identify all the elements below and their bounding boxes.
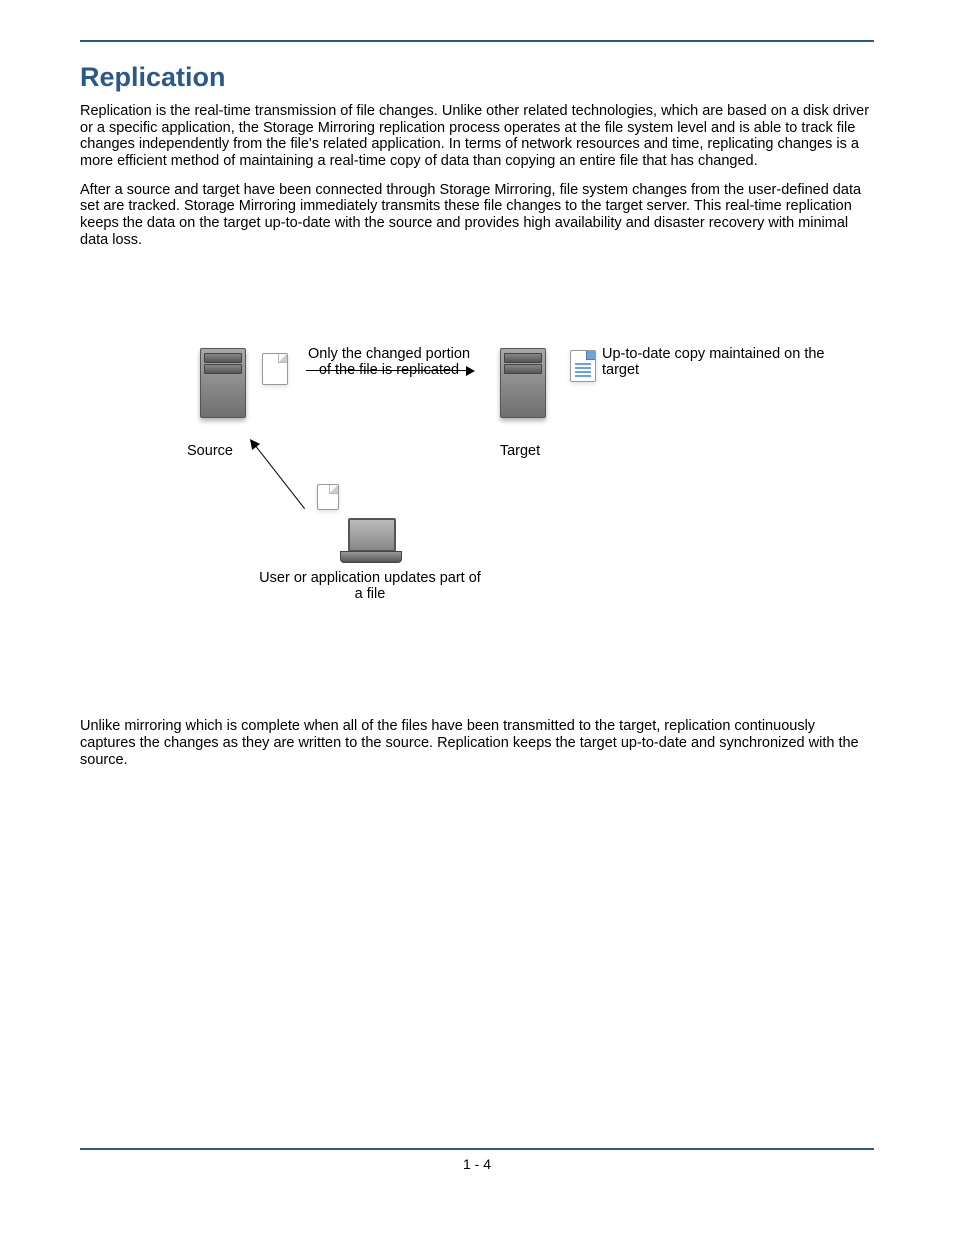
laptop-icon	[340, 518, 400, 563]
file-small-icon	[317, 484, 339, 510]
arrow-head-icon	[466, 366, 475, 376]
target-label: Target	[490, 443, 550, 459]
target-note: Up-to-date copy maintained on the target	[602, 346, 832, 378]
source-label: Source	[180, 443, 240, 459]
arrow-label: Only the changed portion of the file is …	[304, 346, 474, 378]
paragraph-3: Unlike mirroring which is complete when …	[80, 718, 874, 768]
arrow-line	[306, 370, 466, 371]
file-icon	[262, 353, 288, 385]
page-number: 1 - 4	[463, 1156, 491, 1172]
paragraph-2: After a source and target have been conn…	[80, 182, 874, 249]
page-footer: 1 - 4	[80, 1148, 874, 1172]
source-server-icon	[200, 348, 246, 418]
target-server-icon	[500, 348, 546, 418]
top-rule	[80, 40, 874, 42]
file-partial-icon	[570, 350, 596, 382]
diag-arrow-line	[255, 446, 305, 510]
user-label: User or application updates part of a fi…	[255, 570, 485, 602]
page-title: Replication	[80, 62, 874, 93]
replication-diagram: Only the changed portion of the file is …	[80, 288, 874, 688]
paragraph-1: Replication is the real-time transmissio…	[80, 103, 874, 170]
